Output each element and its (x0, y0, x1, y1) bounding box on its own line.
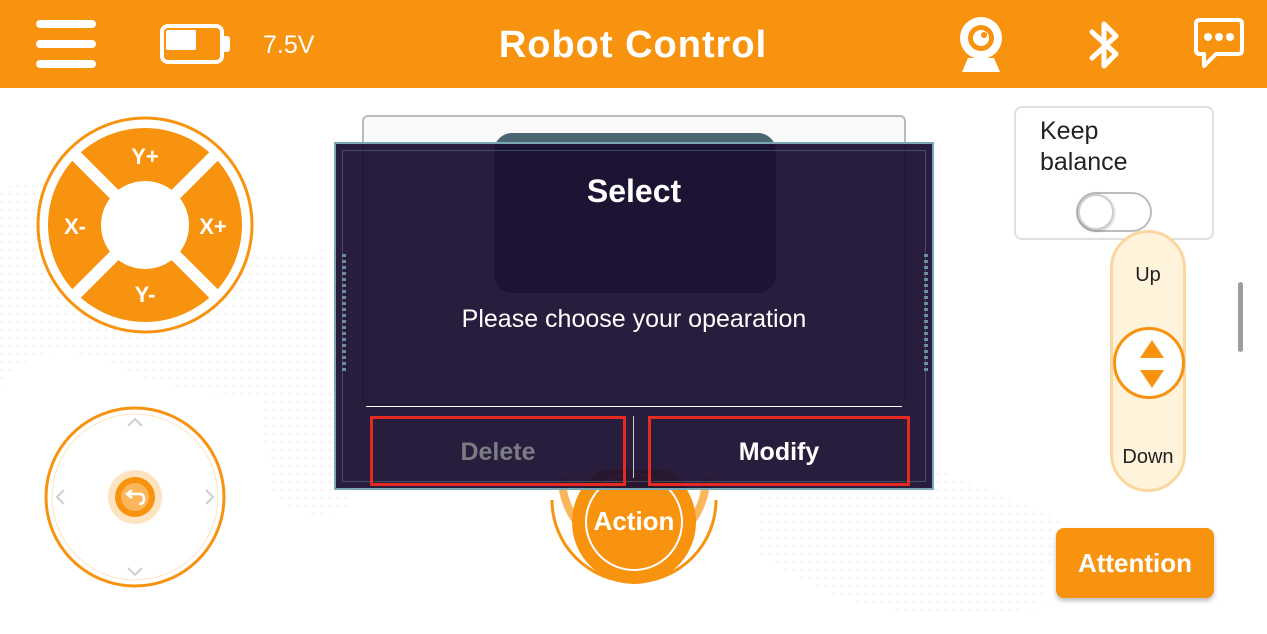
dialog-message: Please choose your opearation (461, 305, 807, 333)
modal-overlay: Select Please choose your opearation Del… (0, 0, 1267, 634)
delete-button[interactable]: Delete (370, 416, 626, 486)
dialog-divider (366, 406, 902, 407)
dialog-title: Select (586, 173, 682, 209)
dialog-button-divider (633, 416, 634, 478)
select-dialog: Select Please choose your opearation Del… (334, 142, 934, 490)
modify-button[interactable]: Modify (648, 416, 910, 486)
